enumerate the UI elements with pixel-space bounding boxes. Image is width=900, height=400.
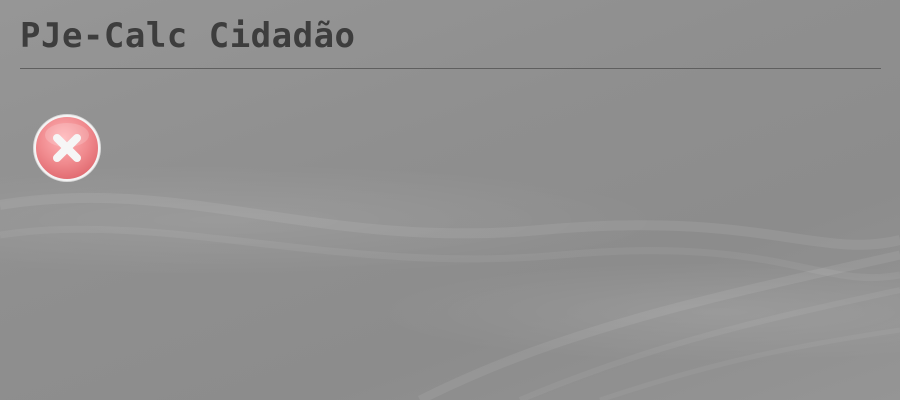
error-close-icon xyxy=(33,114,101,182)
app-title: PJe-Calc Cidadão xyxy=(20,16,356,56)
app-header: PJe-Calc Cidadão xyxy=(20,12,881,69)
error-close-button[interactable] xyxy=(32,113,102,183)
